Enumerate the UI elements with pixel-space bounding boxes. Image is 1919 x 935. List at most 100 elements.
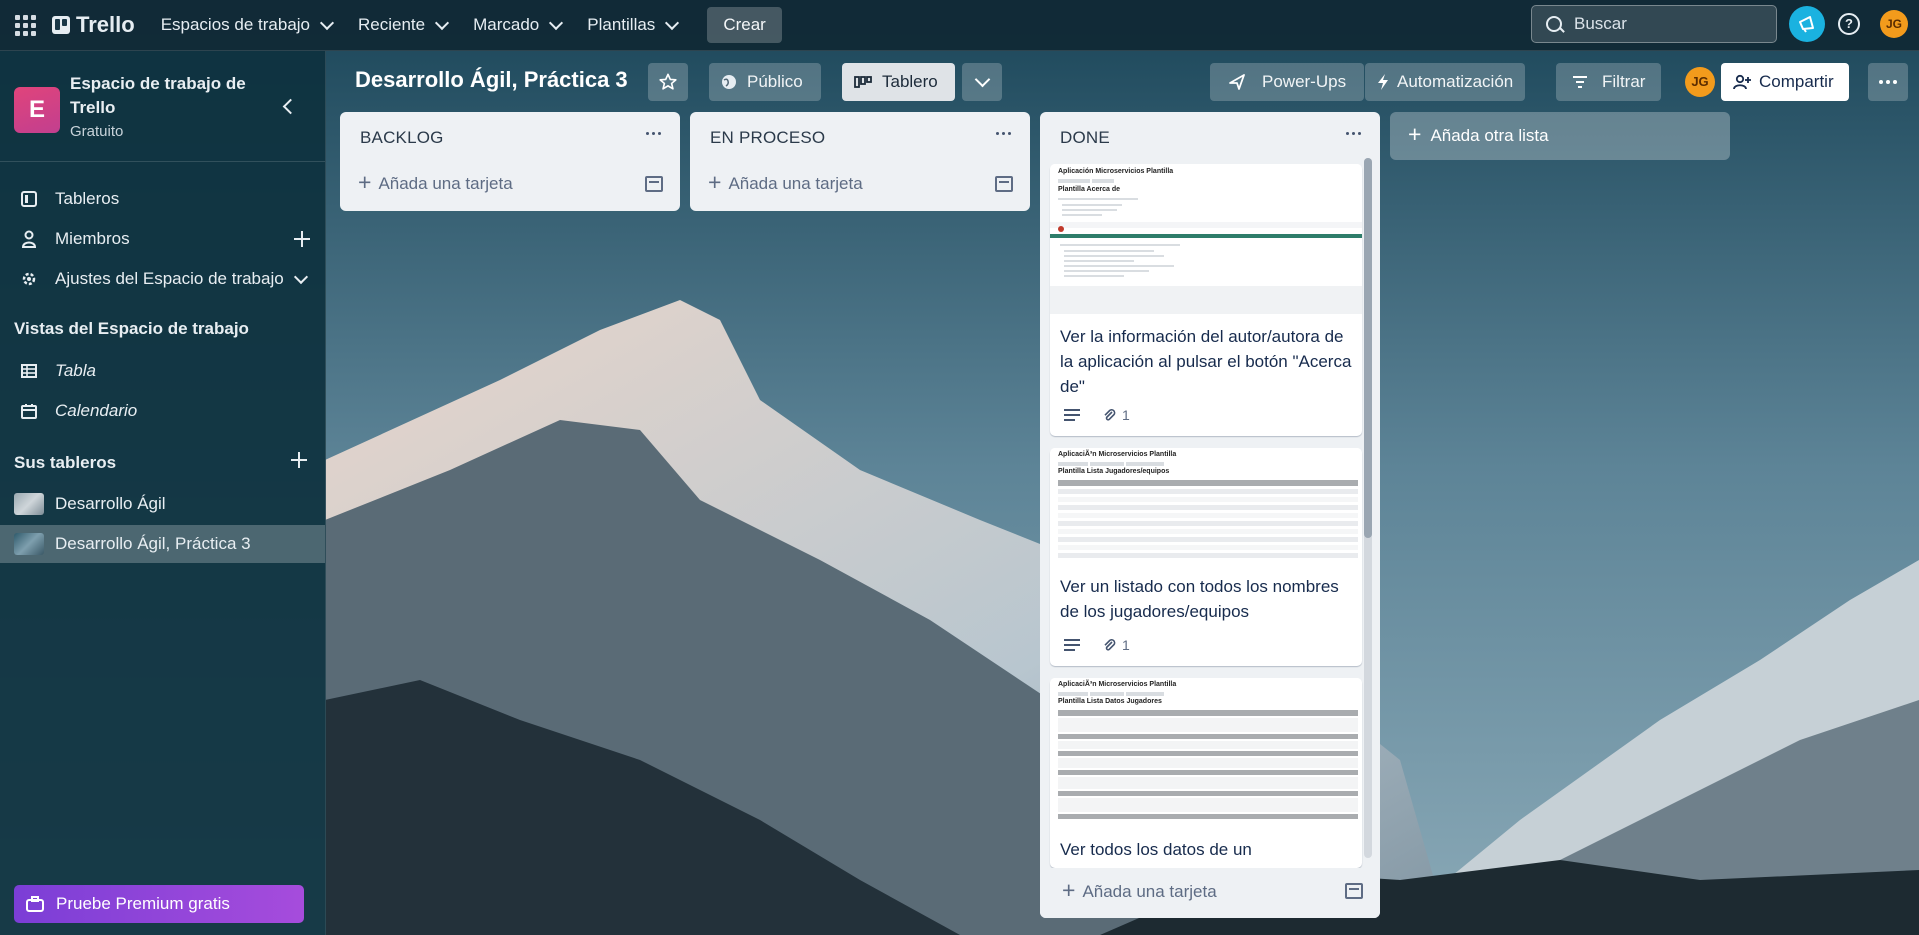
card[interactable]: AplicaciÃ³n Microservicios Plantilla Pla…: [1050, 678, 1362, 868]
sidebar-item-label: Tableros: [55, 189, 120, 208]
share-button[interactable]: Compartir: [1721, 63, 1849, 101]
star-board-button[interactable]: [648, 63, 688, 101]
add-card-button[interactable]: + Añada una tarjeta: [1062, 877, 1217, 904]
board-view-label: Tablero: [882, 72, 938, 91]
add-card-button[interactable]: + Añada una tarjeta: [708, 169, 863, 196]
sidebar-item-label: Tabla: [55, 361, 96, 380]
chevron-down-icon: [319, 15, 335, 30]
workspace-header: E Espacio de trabajo de Trello Gratuito: [0, 51, 325, 162]
card-cover-image: Aplicación Microservicios Plantilla Plan…: [1050, 164, 1362, 314]
attachment-count: 1: [1122, 637, 1130, 653]
menu-label: Plantillas: [587, 15, 656, 34]
list-menu-icon[interactable]: [646, 129, 664, 139]
sidebar-item-label: Miembros: [55, 229, 130, 248]
chevron-down-icon: [293, 269, 309, 285]
menu-label: Espacios de trabajo: [160, 15, 311, 34]
plus-icon: +: [708, 169, 722, 195]
search-box[interactable]: [1531, 5, 1777, 43]
card-cover-image: AplicaciÃ³n Microservicios Plantilla Pla…: [1050, 448, 1362, 566]
board-menu-button[interactable]: [1868, 63, 1908, 101]
card-badges: 1: [1064, 637, 1130, 653]
add-board-icon[interactable]: [291, 452, 307, 468]
rocket-icon: [1228, 73, 1246, 91]
board-member-avatar[interactable]: JG: [1685, 67, 1715, 97]
create-button[interactable]: Crear: [707, 7, 782, 43]
workspace-name[interactable]: Espacio de trabajo de Trello: [70, 72, 270, 120]
list-menu-icon[interactable]: [1346, 129, 1364, 139]
trello-mark-icon: [52, 16, 70, 34]
add-list-label: Añada otra lista: [1430, 126, 1549, 145]
boards-heading: Sus tableros: [14, 453, 117, 472]
premium-trial-button[interactable]: Pruebe Premium gratis: [14, 885, 304, 923]
person-icon: [20, 230, 38, 248]
add-card-label: Añada una tarjeta: [728, 174, 863, 193]
sidebar-board-practica-3[interactable]: Desarrollo Ágil, Práctica 3: [0, 525, 325, 563]
top-navigation: Trello Espacios de trabajo Reciente Marc…: [0, 0, 1919, 51]
automation-button[interactable]: Automatización: [1365, 63, 1525, 101]
board-thumbnail: [14, 533, 44, 555]
chevron-down-icon: [549, 15, 564, 30]
card-template-icon[interactable]: [645, 176, 663, 192]
scrollbar-thumb[interactable]: [1364, 158, 1372, 538]
card[interactable]: Aplicación Microservicios Plantilla Plan…: [1050, 164, 1362, 436]
workspace-avatar[interactable]: E: [14, 87, 60, 133]
list-backlog: BACKLOG + Añada una tarjeta: [340, 112, 680, 211]
app-switcher-icon[interactable]: [14, 14, 36, 36]
menu-starred[interactable]: Marcado: [473, 15, 564, 35]
notifications-button[interactable]: [1789, 6, 1825, 42]
sidebar-item-boards[interactable]: Tableros: [0, 180, 325, 218]
filter-button[interactable]: Filtrar: [1556, 63, 1661, 101]
card-template-icon[interactable]: [1345, 883, 1363, 899]
add-member-icon[interactable]: [294, 231, 310, 247]
card-template-icon[interactable]: [995, 176, 1013, 192]
star-icon: [659, 73, 677, 90]
attachment-count: 1: [1122, 407, 1130, 423]
list-title[interactable]: BACKLOG: [360, 128, 444, 148]
view-switcher-button[interactable]: [962, 63, 1002, 101]
board-view-icon: [854, 76, 872, 88]
menu-recent[interactable]: Reciente: [358, 15, 450, 35]
board-icon: [20, 191, 38, 207]
card[interactable]: AplicaciÃ³n Microservicios Plantilla Pla…: [1050, 448, 1362, 666]
list-title[interactable]: DONE: [1060, 128, 1110, 148]
trello-logo[interactable]: Trello: [52, 12, 135, 38]
collapse-sidebar-icon[interactable]: [282, 98, 299, 115]
card-title: Ver la información del autor/autora de l…: [1060, 327, 1352, 396]
plus-icon: +: [1062, 877, 1076, 903]
menu-label: Reciente: [358, 15, 426, 34]
help-icon[interactable]: ?: [1838, 13, 1860, 35]
table-icon: [20, 364, 38, 378]
list-menu-icon[interactable]: [996, 129, 1014, 139]
premium-label: Pruebe Premium gratis: [56, 894, 230, 913]
sidebar-item-label: Ajustes del Espacio de trabajo: [55, 269, 284, 288]
menu-workspaces[interactable]: Espacios de trabajo: [160, 15, 335, 35]
plus-icon: +: [358, 169, 372, 195]
visibility-label: Público: [747, 72, 803, 91]
board-view-button[interactable]: Tablero: [842, 63, 955, 101]
sidebar-item-workspace-settings[interactable]: Ajustes del Espacio de trabajo: [0, 260, 325, 298]
list-title[interactable]: EN PROCESO: [710, 128, 825, 148]
megaphone-icon: [1799, 16, 1814, 33]
more-icon: [1879, 80, 1897, 84]
list-scrollbar[interactable]: [1364, 158, 1372, 858]
sidebar-item-label: Desarrollo Ágil, Práctica 3: [55, 534, 251, 553]
sidebar-item-calendar-view[interactable]: Calendario: [0, 392, 325, 430]
add-list-button[interactable]: + Añada otra lista: [1390, 112, 1730, 160]
search-input[interactable]: [1572, 13, 1766, 35]
sidebar-item-members[interactable]: Miembros: [0, 220, 325, 258]
gear-icon: [20, 271, 38, 287]
add-card-button[interactable]: + Añada una tarjeta: [358, 169, 513, 196]
automation-label: Automatización: [1397, 72, 1514, 91]
attachment-icon: [1102, 408, 1116, 422]
list-footer: + Añada una tarjeta: [1040, 868, 1380, 918]
power-ups-button[interactable]: Power-Ups: [1210, 63, 1364, 101]
calendar-icon: [20, 403, 38, 419]
sidebar-item-table-view[interactable]: Tabla: [0, 352, 325, 390]
board-thumbnail: [14, 493, 44, 515]
sidebar-board-desarrollo-agil[interactable]: Desarrollo Ágil: [0, 485, 325, 523]
account-avatar[interactable]: JG: [1880, 10, 1908, 38]
menu-templates[interactable]: Plantillas: [587, 15, 680, 35]
visibility-button[interactable]: Público: [709, 63, 821, 101]
globe-icon: [721, 74, 737, 90]
board-title[interactable]: Desarrollo Ágil, Práctica 3: [355, 67, 628, 93]
